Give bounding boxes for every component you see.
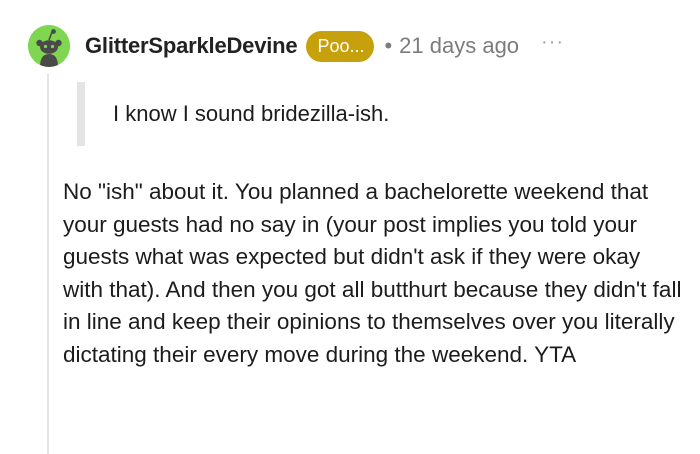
thread-collapse-line[interactable] [47, 74, 49, 454]
username[interactable]: GlitterSparkleDevine [85, 33, 298, 59]
comment-header: GlitterSparkleDevine Poo... • 21 days ag… [28, 24, 564, 68]
comment-timestamp: 21 days ago [399, 33, 520, 58]
quote-block: I know I sound bridezilla-ish. [77, 82, 389, 146]
comment: GlitterSparkleDevine Poo... • 21 days ag… [0, 0, 700, 454]
user-flair[interactable]: Poo... [306, 30, 375, 62]
meta-separator: • [384, 33, 393, 58]
comment-body: No "ish" about it. You planned a bachelo… [63, 179, 682, 367]
quote-text: I know I sound bridezilla-ish. [113, 101, 390, 126]
more-options-icon[interactable]: ··· [541, 31, 564, 54]
snoo-avatar-icon[interactable] [28, 25, 70, 67]
